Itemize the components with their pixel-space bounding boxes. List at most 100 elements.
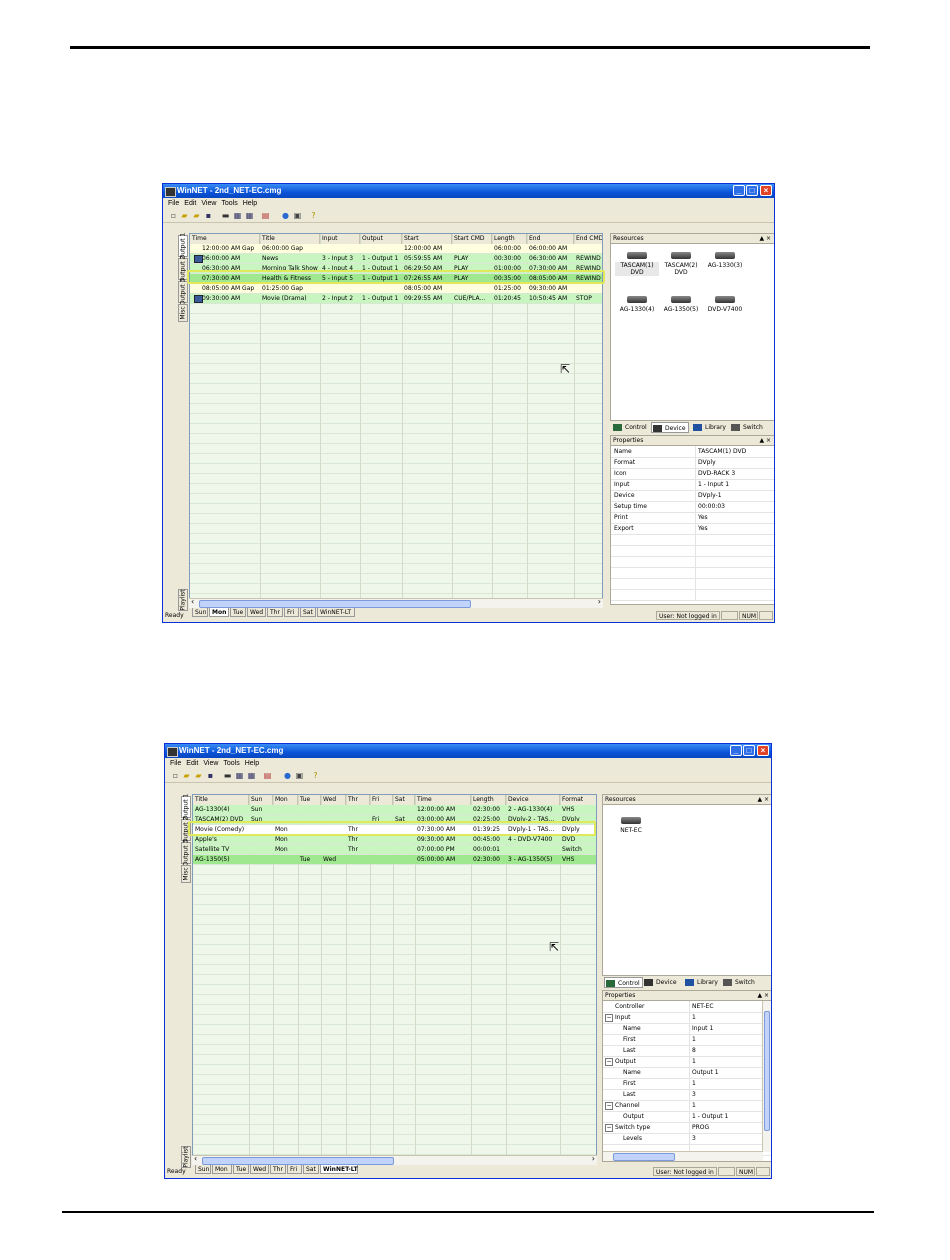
open-folder-icon[interactable]: ▰ xyxy=(194,771,203,780)
tab-library[interactable]: Library xyxy=(684,977,720,988)
collapse-icon[interactable]: − xyxy=(605,1124,613,1132)
tab-switch[interactable]: Switch xyxy=(730,422,765,433)
column-header-end-cmd[interactable]: End CMD xyxy=(574,234,602,244)
collapse-icon[interactable]: − xyxy=(605,1014,613,1022)
device-icon[interactable]: ▬ xyxy=(221,211,230,220)
scroll-left-icon[interactable]: ‹ xyxy=(191,597,194,606)
column-header-time[interactable]: Time xyxy=(415,795,471,805)
report-icon[interactable]: ▤ xyxy=(261,211,270,220)
column-header-mon[interactable]: Mon xyxy=(273,795,298,805)
menu-help[interactable]: Help xyxy=(243,199,257,209)
tab-output-3[interactable]: Output 3 xyxy=(181,840,191,866)
report-icon[interactable]: ▤ xyxy=(263,771,272,780)
table-row[interactable]: 09:30:00 AM Movie (Drama) 2 - Input 2 1 - O… xyxy=(190,294,602,303)
tab-output-1[interactable]: Output 1 xyxy=(181,794,191,820)
print-icon[interactable]: ▣ xyxy=(295,771,304,780)
column-header-device[interactable]: Device xyxy=(506,795,560,805)
column-header-output[interactable]: Output xyxy=(360,234,402,244)
panel-buttons-icon[interactable]: ▲ × xyxy=(759,436,771,445)
column-header-sat[interactable]: Sat xyxy=(393,795,415,805)
scrollbar-thumb[interactable] xyxy=(202,1157,394,1165)
menu-edit[interactable]: Edit xyxy=(184,199,196,209)
table-row[interactable]: AG-1350(5) Tue Wed 05:00:00 AM 02:30:00 3 - A… xyxy=(193,855,596,864)
menu-file[interactable]: File xyxy=(168,199,179,209)
open-icon[interactable]: ▰ xyxy=(180,211,189,220)
panel-buttons-icon[interactable]: ▲ × xyxy=(757,795,769,804)
devices-icon[interactable]: ▦ xyxy=(235,771,244,780)
properties-hscrollbar[interactable] xyxy=(603,1151,763,1161)
menu-tools[interactable]: Tools xyxy=(223,759,239,769)
minimize-button[interactable]: _ xyxy=(733,185,745,196)
new-file-icon[interactable]: ▫ xyxy=(171,771,180,780)
new-file-icon[interactable]: ▫ xyxy=(169,211,178,220)
column-header-fri[interactable]: Fri xyxy=(370,795,393,805)
device-item[interactable]: NET-EC xyxy=(609,817,653,834)
maximize-button[interactable]: □ xyxy=(746,185,758,196)
menu-tools[interactable]: Tools xyxy=(221,199,237,209)
column-header-sun[interactable]: Sun xyxy=(249,795,273,805)
column-header-title[interactable]: Title xyxy=(193,795,249,805)
menu-view[interactable]: View xyxy=(203,759,218,769)
save-icon[interactable]: ▪ xyxy=(206,771,215,780)
table-row[interactable]: AG-1330(4) Sun 12:00:00 AM 02:30:00 2 - AG-1… xyxy=(193,805,596,814)
table-row[interactable]: 06:00:00 AM News 3 - Input 3 1 - Output 1 05… xyxy=(190,254,602,263)
tab-device[interactable]: Device xyxy=(651,422,689,433)
maximize-button[interactable]: □ xyxy=(743,745,755,756)
collapse-icon[interactable]: − xyxy=(605,1058,613,1066)
globe-icon[interactable]: ● xyxy=(281,211,290,220)
column-header-format[interactable]: Format xyxy=(560,795,596,805)
column-header-time[interactable]: Time xyxy=(190,234,260,244)
panel-buttons-icon[interactable]: ▲ × xyxy=(759,234,771,243)
menu-view[interactable]: View xyxy=(201,199,216,209)
tab-control[interactable]: Control xyxy=(612,422,649,433)
table-row[interactable]: Satellite TV Mon Thr 07:00:00 PM 00:00:01 Swi… xyxy=(193,845,596,854)
column-header-title[interactable]: Title xyxy=(260,234,320,244)
minimize-button[interactable]: _ xyxy=(730,745,742,756)
help-icon[interactable]: ? xyxy=(311,771,320,780)
device-item[interactable]: AG-1350(5) xyxy=(659,296,703,313)
horizontal-scrollbar[interactable]: ‹ › xyxy=(189,597,603,608)
tab-output-1[interactable]: Output 1 xyxy=(178,233,188,259)
device-icon[interactable]: ▬ xyxy=(223,771,232,780)
column-header-start[interactable]: Start xyxy=(402,234,452,244)
device-item[interactable]: TASCAM(2) DVD xyxy=(659,252,703,276)
devices-icon[interactable]: ▦ xyxy=(233,211,242,220)
column-header-thr[interactable]: Thr xyxy=(346,795,370,805)
device-item[interactable]: AG-1330(4) xyxy=(615,296,659,313)
tab-output-3[interactable]: Output 3 xyxy=(178,279,188,305)
column-header-length[interactable]: Length xyxy=(471,795,506,805)
menu-file[interactable]: File xyxy=(170,759,181,769)
column-header-start-cmd[interactable]: Start CMD xyxy=(452,234,492,244)
tab-misc[interactable]: Misc xyxy=(181,865,191,883)
menu-edit[interactable]: Edit xyxy=(186,759,198,769)
column-header-length[interactable]: Length xyxy=(492,234,527,244)
close-button[interactable]: × xyxy=(757,745,769,756)
save-icon[interactable]: ▪ xyxy=(204,211,213,220)
scrollbar-thumb[interactable] xyxy=(764,1011,770,1131)
column-header-wed[interactable]: Wed xyxy=(321,795,346,805)
horizontal-scrollbar[interactable]: ‹ › xyxy=(192,1154,597,1165)
table-row[interactable]: 08:05:00 AM Gap 01:25:00 Gap 08:05:00 AM 01… xyxy=(190,284,602,293)
close-button[interactable]: × xyxy=(760,185,772,196)
devices2-icon[interactable]: ▦ xyxy=(245,211,254,220)
properties-scrollbar[interactable] xyxy=(762,1001,771,1152)
table-row[interactable]: Apple's Mon Thr 09:30:00 AM 00:45:00 4 - DVD-… xyxy=(193,835,596,844)
scrollbar-thumb[interactable] xyxy=(613,1153,675,1161)
scroll-left-icon[interactable]: ‹ xyxy=(194,1154,197,1163)
panel-buttons-icon[interactable]: ▲ × xyxy=(757,991,769,1000)
tab-misc[interactable]: Misc xyxy=(178,304,188,322)
tab-playlist[interactable]: Playlist xyxy=(178,589,188,611)
scroll-right-icon[interactable]: › xyxy=(592,1154,595,1163)
table-row[interactable]: 12:00:00 AM Gap 06:00:00 Gap 12:00:00 AM 06… xyxy=(190,244,602,253)
tab-playlist[interactable]: Playlist xyxy=(181,1146,191,1168)
tab-control[interactable]: Control xyxy=(604,977,643,988)
device-item[interactable]: AG-1330(3) xyxy=(703,252,747,269)
tab-switch[interactable]: Switch xyxy=(722,977,757,988)
column-header-tue[interactable]: Tue xyxy=(298,795,321,805)
help-icon[interactable]: ? xyxy=(309,211,318,220)
scrollbar-thumb[interactable] xyxy=(199,600,471,608)
open-icon[interactable]: ▰ xyxy=(182,771,191,780)
globe-icon[interactable]: ● xyxy=(283,771,292,780)
devices2-icon[interactable]: ▦ xyxy=(247,771,256,780)
tab-library[interactable]: Library xyxy=(692,422,728,433)
